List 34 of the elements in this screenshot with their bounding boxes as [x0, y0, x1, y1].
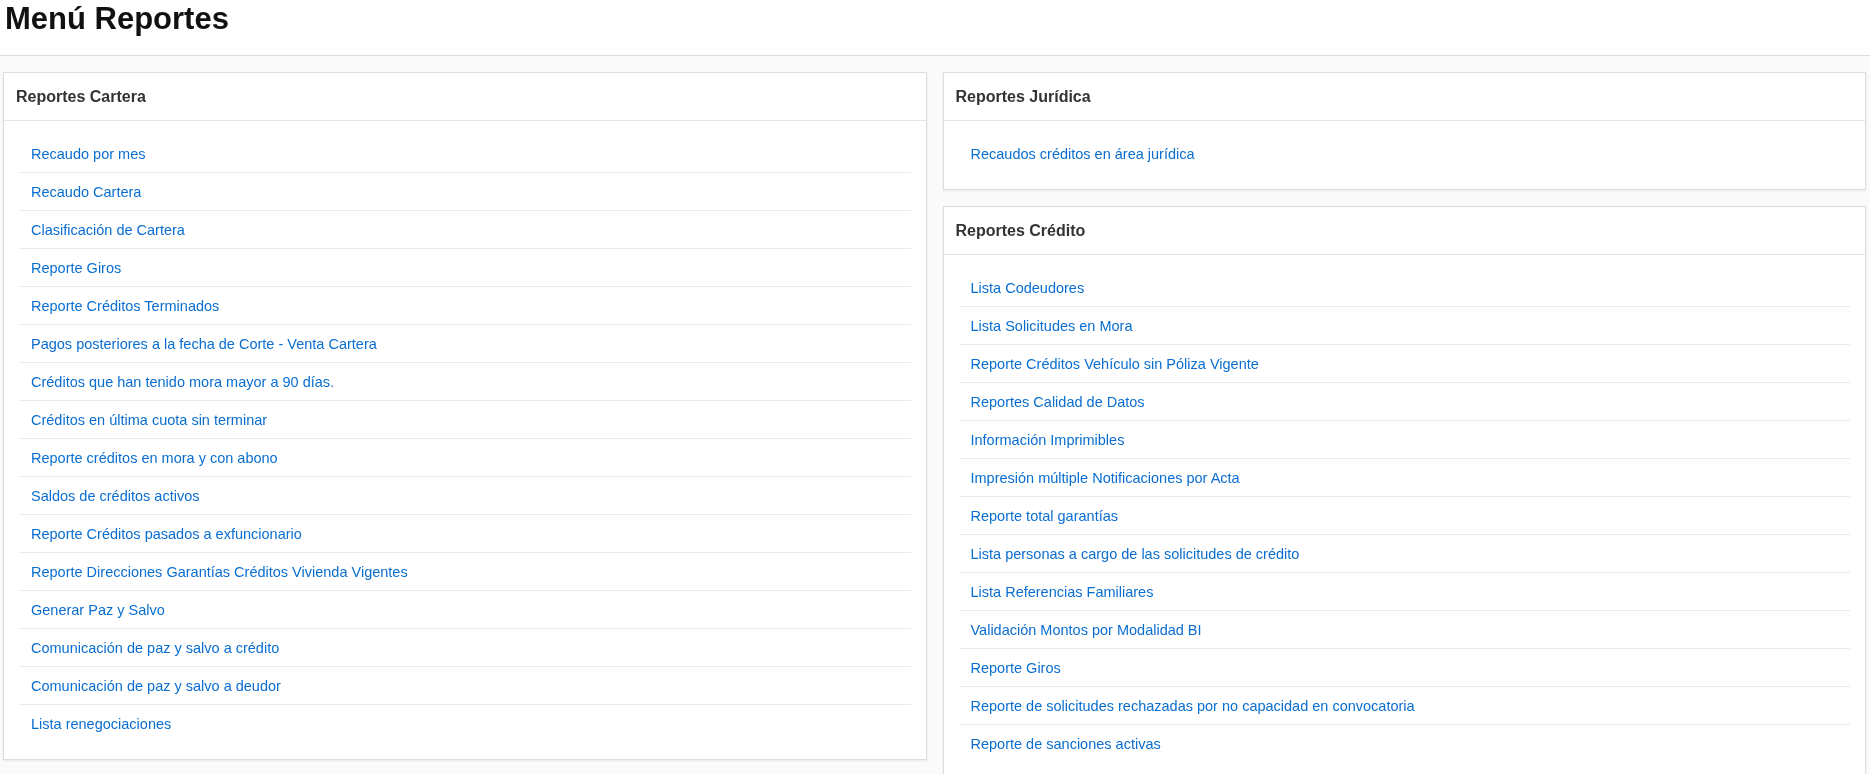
report-link[interactable]: Comunicación de paz y salvo a crédito	[31, 639, 280, 656]
report-link[interactable]: Comunicación de paz y salvo a deudor	[31, 677, 281, 694]
panel-title: Reportes Crédito	[943, 207, 1865, 255]
report-link[interactable]: Información Imprimibles	[970, 431, 1125, 448]
report-link[interactable]: Créditos que han tenido mora mayor a 90 días.	[31, 373, 335, 390]
report-link[interactable]: Reporte Giros	[970, 659, 1061, 676]
report-link[interactable]: Recaudo Cartera	[31, 183, 142, 200]
report-link[interactable]: Generar Paz y Salvo	[31, 601, 165, 618]
report-link[interactable]: Reporte de sanciones activas	[970, 735, 1161, 752]
report-link[interactable]: Reporte de solicitudes rechazadas por no capacidad en convocatoria	[970, 697, 1415, 714]
report-link[interactable]: Reporte Créditos Vehículo sin Póliza Vigente	[970, 355, 1259, 372]
report-link[interactable]: Lista Referencias Familiares	[970, 583, 1154, 600]
report-link[interactable]: Reporte total garantías	[970, 507, 1118, 524]
report-link[interactable]: Clasificación de Cartera	[31, 221, 185, 238]
report-link[interactable]: Lista Solicitudes en Mora	[970, 317, 1133, 334]
report-link[interactable]: Pagos posteriores a la fecha de Corte - Venta Cartera	[31, 335, 377, 352]
report-link[interactable]: Reporte Créditos pasados a exfuncionario	[31, 525, 302, 542]
panel-title: Reportes Jurídica	[943, 73, 1865, 121]
report-link[interactable]: Validación Montos por Modalidad BI	[970, 621, 1202, 638]
report-link[interactable]: Reporte Créditos Terminados	[31, 297, 220, 314]
report-link[interactable]: Impresión múltiple Notificaciones por Acta	[970, 469, 1240, 486]
report-link[interactable]: Recaudo por mes	[31, 145, 146, 162]
report-link[interactable]: Reporte Giros	[31, 259, 122, 276]
report-link[interactable]: Reportes Calidad de Datos	[970, 393, 1145, 410]
report-link[interactable]: Saldos de créditos activos	[31, 487, 200, 504]
report-link[interactable]: Lista renegociaciones	[31, 715, 172, 732]
report-link[interactable]: Reporte créditos en mora y con abono	[31, 449, 278, 466]
report-link[interactable]: Lista Codeudores	[970, 279, 1085, 296]
report-link[interactable]: Reporte Direcciones Garantías Créditos Vivienda Vigentes	[31, 563, 408, 580]
report-link[interactable]: Créditos en última cuota sin terminar	[31, 411, 268, 428]
report-link[interactable]: Recaudos créditos en área jurídica	[970, 145, 1195, 162]
page-title: Menú Reportes	[4, 0, 229, 38]
panel-title: Reportes Cartera	[4, 73, 926, 121]
report-link[interactable]: Lista personas a cargo de las solicitudes de crédito	[970, 545, 1300, 562]
